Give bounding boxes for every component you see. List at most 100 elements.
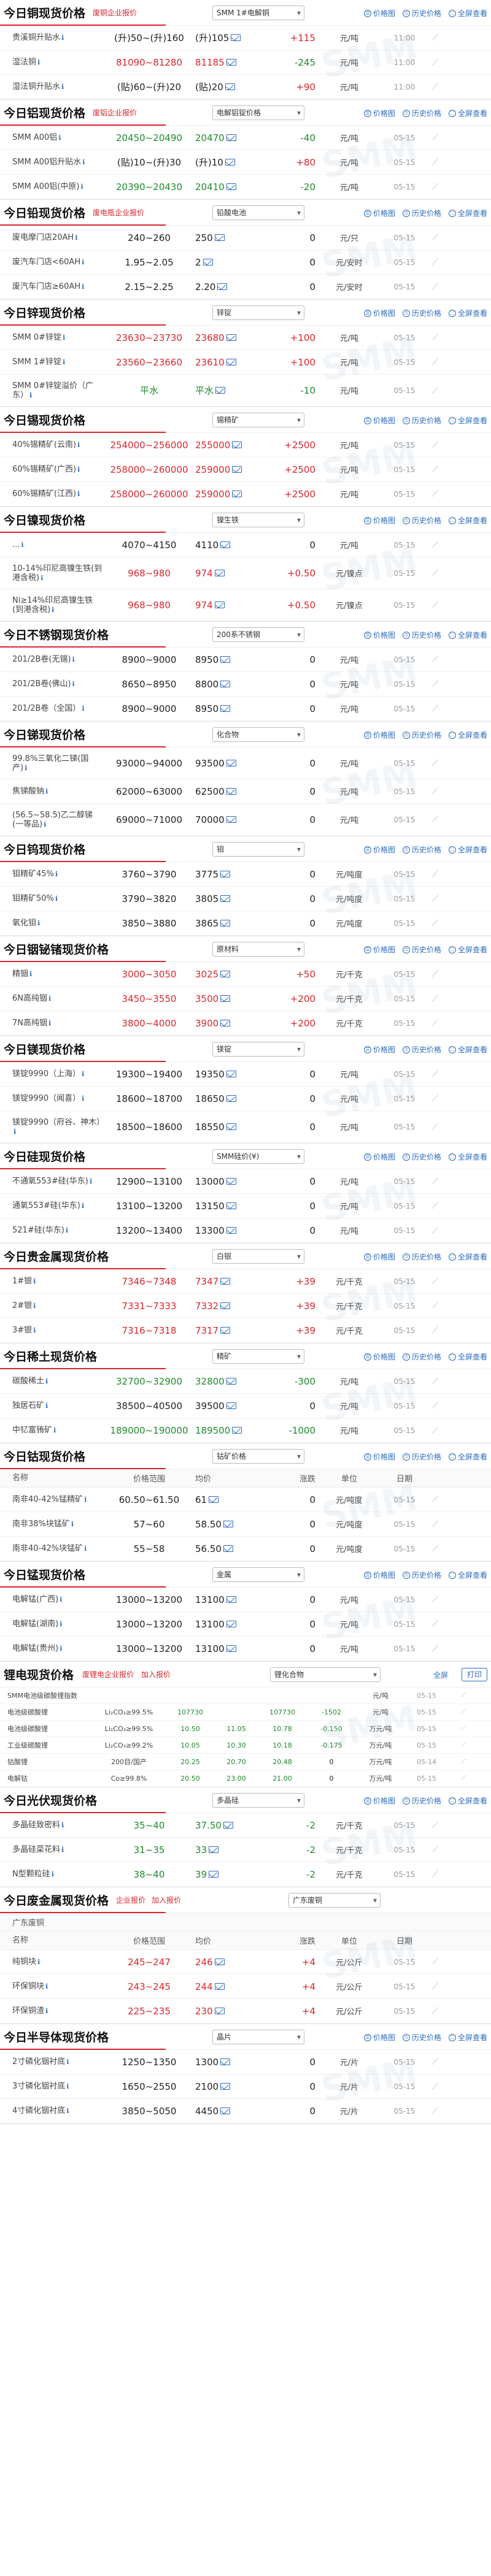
mail-alert-icon[interactable] [215, 387, 226, 394]
info-icon[interactable]: ℹ [58, 134, 61, 142]
product-select[interactable]: 锂化合物 [270, 1667, 381, 1682]
mail-alert-icon[interactable] [214, 234, 225, 241]
price-chart-link[interactable]: ☰ 价格图 [363, 844, 395, 855]
price-row[interactable]: 湿法铜 ℹ 81090~81280 81185 -245 元/吨 11:00 ⟋ [0, 50, 491, 75]
info-icon[interactable]: ℹ [14, 1128, 16, 1136]
trend-chart-icon[interactable]: ⟋ [426, 1845, 444, 1855]
price-row[interactable]: 电解锰(广西) ℹ 13000~13200 13100 0 元/吨 05-15 ⟋ [0, 1588, 491, 1612]
info-icon[interactable]: ℹ [48, 995, 51, 1003]
trend-chart-icon[interactable]: ⟋ [426, 1277, 444, 1286]
info-icon[interactable]: ℹ [84, 1545, 87, 1553]
mail-alert-icon[interactable] [214, 2008, 225, 2014]
history-price-link[interactable]: ⏱ 历史价格 [402, 1795, 441, 1806]
history-price-link[interactable]: ⏱ 历史价格 [402, 630, 441, 640]
trend-chart-icon[interactable]: ⟋ [426, 233, 444, 243]
full-view-link[interactable]: ⛶ 全屏查看 [448, 844, 487, 855]
product-select[interactable]: SMM 1#电解铜 [212, 6, 304, 20]
price-row[interactable]: 废汽车门店≥60AH ℹ 2.15~2.25 2.20 0 元/安时 05-15 ⟋ [0, 275, 491, 299]
history-price-link[interactable]: ⏱ 历史价格 [402, 944, 441, 955]
mail-alert-icon[interactable] [220, 656, 231, 663]
info-icon[interactable]: ℹ [44, 820, 46, 828]
history-price-link[interactable]: ⏱ 历史价格 [402, 8, 441, 18]
info-icon[interactable]: ℹ [77, 465, 80, 473]
price-row[interactable]: SMM 0#锌锭 ℹ 23630~23730 23680 +100 元/吨 05-15 ⟋ [0, 326, 491, 350]
mail-alert-icon[interactable] [231, 34, 241, 41]
info-icon[interactable]: ℹ [25, 764, 27, 772]
info-icon[interactable]: ℹ [61, 1821, 64, 1829]
trend-chart-icon[interactable]: ⟋ [426, 869, 444, 879]
mail-alert-icon[interactable] [226, 59, 236, 66]
mail-alert-icon[interactable] [223, 1822, 233, 1829]
full-view-link[interactable]: ⛶ 全屏查看 [448, 1252, 487, 1262]
info-icon[interactable]: ℹ [77, 441, 80, 449]
mail-alert-icon[interactable] [226, 816, 236, 823]
mail-alert-icon[interactable] [226, 1621, 236, 1627]
trend-chart-icon[interactable]: ⟋ [426, 1595, 444, 1605]
lithium-row[interactable]: 工业级碳酸锂 Li₂CO₃≥99.2% 10.05 10.30 10.18 -0.175 万… [0, 1737, 491, 1754]
full-view-link[interactable]: ⛶ 全屏查看 [448, 8, 487, 18]
trend-chart-icon[interactable]: ⟋ [426, 1821, 444, 1830]
price-chart-link[interactable]: ☰ 价格图 [363, 1252, 395, 1262]
price-row[interactable]: 电解锰(贵州) ℹ 13000~13200 13100 0 元/吨 05-15 ⟋ [0, 1637, 491, 1661]
price-row[interactable]: 湿法铜升贴水 ℹ (贴)60~(升)20 (贴)20 +90 元/吨 11:00 ⟋ [0, 75, 491, 99]
trend-chart-icon[interactable]: ⟋ [448, 1708, 479, 1716]
info-icon[interactable]: ℹ [41, 574, 43, 582]
trend-chart-icon[interactable]: ⟋ [426, 1377, 444, 1386]
mail-alert-icon[interactable] [226, 1123, 236, 1130]
mail-alert-icon[interactable] [214, 602, 225, 608]
price-row[interactable]: 焦锑酸钠 ℹ 62000~63000 62500 0 元/吨 05-15 ⟋ [0, 779, 491, 804]
price-chart-link[interactable]: ☰ 价格图 [363, 8, 395, 18]
mail-alert-icon[interactable] [220, 1278, 231, 1285]
price-row[interactable]: 99.8%三氧化二锑(国产) ℹ 93000~94000 93500 0 元/吨 05-15… [0, 747, 491, 779]
info-icon[interactable]: ℹ [60, 1620, 62, 1628]
price-row[interactable]: 多晶硅菜花料 ℹ 31~35 33 -2 元/千克 05-15 ⟋ [0, 1838, 491, 1862]
mail-alert-icon[interactable] [226, 359, 236, 365]
price-row[interactable]: SMM A00铝(中原) ℹ 20390~20430 20410 -20 元/吨 05-15… [0, 175, 491, 199]
price-chart-link[interactable]: ☰ 价格图 [363, 1570, 395, 1580]
info-icon[interactable]: ℹ [29, 391, 32, 399]
price-row[interactable]: 6N高纯铟 ℹ 3450~3550 3500 +200 元/千克 05-15 ⟋ [0, 987, 491, 1011]
join-quote-link[interactable]: 加入报价 [152, 1895, 181, 1905]
trend-chart-icon[interactable]: ⟋ [426, 2082, 444, 2092]
mail-alert-icon[interactable] [220, 920, 231, 927]
mail-alert-icon[interactable] [226, 1071, 236, 1077]
price-row[interactable]: SMM 1#锌锭 ℹ 23560~23660 23610 +100 元/吨 05-15 ⟋ [0, 350, 491, 375]
mail-alert-icon[interactable] [226, 1178, 236, 1185]
price-chart-link[interactable]: ☰ 价格图 [363, 415, 395, 426]
info-icon[interactable]: ℹ [33, 1326, 36, 1334]
full-view-link[interactable]: 全屏 [433, 1670, 448, 1680]
trend-chart-icon[interactable]: ⟋ [426, 894, 444, 904]
price-row[interactable]: 环保铜块 ℹ 243~245 244 +4 元/公斤 05-15 ⟋ [0, 1974, 491, 1999]
trend-chart-icon[interactable]: ⟋ [448, 1741, 479, 1749]
price-row[interactable]: 201/2B卷(佛山) ℹ 8650~8950 8800 0 元/吨 05-15 ⟋ [0, 672, 491, 697]
full-view-link[interactable]: ⛶ 全屏查看 [448, 1451, 487, 1462]
trend-chart-icon[interactable]: ⟋ [426, 82, 444, 92]
trend-chart-icon[interactable]: ⟋ [426, 2057, 444, 2067]
trend-chart-icon[interactable]: ⟋ [426, 1226, 444, 1236]
info-icon[interactable]: ℹ [71, 1520, 74, 1528]
price-row[interactable]: 纯铜块 ℹ 245~247 246 +4 元/公斤 05-15 ⟋ [0, 1950, 491, 1974]
info-icon[interactable]: ℹ [61, 83, 64, 91]
full-view-link[interactable]: ⛶ 全屏查看 [448, 1351, 487, 1362]
info-icon[interactable]: ℹ [63, 334, 65, 342]
trend-chart-icon[interactable]: ⟋ [426, 1019, 444, 1028]
info-icon[interactable]: ℹ [53, 1426, 56, 1434]
product-select[interactable]: 镍生铁 [212, 513, 304, 527]
price-row[interactable]: 碳酸稀土 ℹ 32700~32900 32800 -300 元/吨 05-15 ⟋ [0, 1369, 491, 1394]
trend-chart-icon[interactable]: ⟋ [426, 540, 444, 550]
history-price-link[interactable]: ⏱ 历史价格 [402, 415, 441, 426]
trend-chart-icon[interactable]: ⟋ [426, 258, 444, 267]
enterprise-quote-link[interactable]: 企业报价 [116, 1895, 145, 1905]
mail-alert-icon[interactable] [226, 183, 236, 190]
info-icon[interactable]: ℹ [77, 490, 80, 498]
info-icon[interactable]: ℹ [82, 158, 85, 166]
mail-alert-icon[interactable] [217, 283, 228, 290]
info-icon[interactable]: ℹ [48, 1019, 51, 1027]
trend-chart-icon[interactable]: ⟋ [426, 182, 444, 192]
product-select[interactable]: 锡精矿 [212, 413, 304, 427]
trend-chart-icon[interactable]: ⟋ [426, 386, 444, 396]
product-select[interactable]: 原材料 [212, 942, 304, 957]
trend-chart-icon[interactable]: ⟋ [426, 333, 444, 343]
mail-alert-icon[interactable] [209, 1846, 219, 1853]
lithium-row[interactable]: SMM电池级碳酸锂指数 元/吨 05-15 ⟋ [0, 1687, 491, 1704]
